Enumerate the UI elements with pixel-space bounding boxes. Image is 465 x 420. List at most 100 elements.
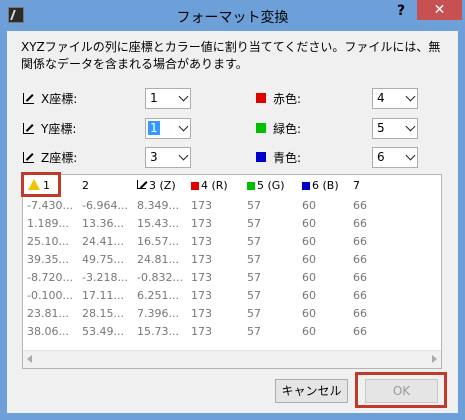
table-cell: 173 xyxy=(191,271,212,284)
table-cell: 60 xyxy=(302,199,316,212)
blue-swatch-icon xyxy=(256,152,266,162)
table-cell: 24.41... xyxy=(82,235,124,248)
ok-button-highlight xyxy=(355,372,447,408)
table-row: 39.35... 49.75... 24.81... 173 57 60 66 xyxy=(23,253,441,269)
table-cell: -6.964... xyxy=(82,199,128,212)
red-swatch-icon xyxy=(191,182,199,190)
table-row: 23.81... 28.15... 7.396... 173 57 60 66 xyxy=(23,307,441,323)
table-cell: 66 xyxy=(353,289,367,302)
table-cell: 15.43... xyxy=(137,217,179,230)
help-button[interactable]: ? xyxy=(388,1,414,21)
green-label: 緑色: xyxy=(273,122,302,136)
table-row: 25.10... 24.41... 16.57... 173 57 60 66 xyxy=(23,235,441,251)
close-button[interactable]: ✕ xyxy=(417,0,462,20)
table-cell: 173 xyxy=(191,217,212,230)
table-cell: 57 xyxy=(247,307,261,320)
column-header-6[interactable]: 6 (B) xyxy=(302,179,339,192)
table-cell: 23.81... xyxy=(27,307,69,320)
chevron-down-icon xyxy=(405,150,416,161)
description-text: XYZファイルの列に座標とカラー値に割り当ててください。ファイルには、無関係なデ… xyxy=(21,40,441,71)
blue-column-select[interactable]: 6 xyxy=(372,147,418,168)
table-cell: -7.430... xyxy=(27,199,73,212)
table-cell: 57 xyxy=(247,325,261,338)
table-cell: 57 xyxy=(247,253,261,266)
y-column-select[interactable]: 1 xyxy=(145,118,191,139)
table-row: 1.189... 13.36... 15.43... 173 57 60 66 xyxy=(23,217,441,233)
column-header-2[interactable]: 2 xyxy=(82,179,89,192)
table-cell: 60 xyxy=(302,289,316,302)
table-cell: 66 xyxy=(353,307,367,320)
axis-icon xyxy=(23,123,34,134)
cancel-button[interactable]: キャンセル xyxy=(275,379,348,403)
table-cell: 66 xyxy=(353,253,367,266)
green-swatch-icon xyxy=(256,123,266,133)
x-label: X座標: xyxy=(41,92,78,106)
chevron-down-icon xyxy=(178,91,189,102)
horizontal-scrollbar[interactable] xyxy=(23,350,441,368)
table-cell: 173 xyxy=(191,253,212,266)
blue-swatch-icon xyxy=(302,182,310,190)
scroll-right-icon[interactable] xyxy=(432,355,437,363)
axis-icon xyxy=(23,93,34,104)
table-cell: 38.06... xyxy=(27,325,69,338)
table-cell: 173 xyxy=(191,325,212,338)
chevron-down-icon xyxy=(405,91,416,102)
table-cell: 60 xyxy=(302,271,316,284)
dialog-content: XYZファイルの列に座標とカラー値に割り当ててください。ファイルには、無関係なデ… xyxy=(7,31,458,413)
table-cell: 173 xyxy=(191,307,212,320)
table-cell: 60 xyxy=(302,325,316,338)
column-header-7[interactable]: 7 xyxy=(353,179,360,192)
table-cell: 39.35... xyxy=(27,253,69,266)
table-cell: 6.251... xyxy=(137,289,179,302)
table-cell: 13.36... xyxy=(82,217,124,230)
column-header-5[interactable]: 5 (G) xyxy=(247,179,285,192)
table-cell: 60 xyxy=(302,235,316,248)
z-column-select[interactable]: 3 xyxy=(145,147,191,168)
table-cell: -8.720... xyxy=(27,271,73,284)
table-cell: 60 xyxy=(302,307,316,320)
table-cell: -0.832... xyxy=(137,271,183,284)
axis-icon xyxy=(137,180,146,189)
table-cell: 15.73... xyxy=(137,325,179,338)
table-cell: 1.189... xyxy=(27,217,69,230)
green-swatch-icon xyxy=(247,182,255,190)
table-cell: 8.349... xyxy=(137,199,179,212)
table-cell: 28.15... xyxy=(82,307,124,320)
table-cell: 24.81... xyxy=(137,253,179,266)
chevron-down-icon xyxy=(405,121,416,132)
red-label: 赤色: xyxy=(273,92,302,106)
table-cell: 66 xyxy=(353,325,367,338)
table-cell: 57 xyxy=(247,199,261,212)
axis-icon xyxy=(23,152,34,163)
table-cell: 60 xyxy=(302,217,316,230)
table-cell: 173 xyxy=(191,235,212,248)
green-column-select[interactable]: 5 xyxy=(372,118,418,139)
table-cell: 173 xyxy=(191,199,212,212)
table-cell: 66 xyxy=(353,217,367,230)
table-cell: 57 xyxy=(247,217,261,230)
scroll-left-icon[interactable] xyxy=(27,355,32,363)
chevron-down-icon xyxy=(178,121,189,132)
x-column-select[interactable]: 1 xyxy=(145,88,191,109)
dialog-window: フォーマット変換 ? ✕ XYZファイルの列に座標とカラー値に割り当ててください… xyxy=(0,0,465,420)
table-row: 38.06... 53.49... 15.73... 173 57 60 66 xyxy=(23,325,441,341)
table-cell: 57 xyxy=(247,235,261,248)
table-cell: 60 xyxy=(302,253,316,266)
table-cell: 25.10... xyxy=(27,235,69,248)
table-row: -7.430... -6.964... 8.349... 173 57 60 66 xyxy=(23,199,441,215)
chevron-down-icon xyxy=(178,150,189,161)
red-column-select[interactable]: 4 xyxy=(372,88,418,109)
table-cell: 66 xyxy=(353,199,367,212)
red-swatch-icon xyxy=(256,93,266,103)
column-1-highlight xyxy=(21,172,61,197)
data-preview-table[interactable]: 1 2 3 (Z) 4 (R) 5 (G) 6 (B) 7 -7.430... -… xyxy=(22,174,442,369)
table-cell: 66 xyxy=(353,271,367,284)
title-bar: フォーマット変換 ? ✕ xyxy=(0,0,465,31)
table-cell: 57 xyxy=(247,289,261,302)
column-header-4[interactable]: 4 (R) xyxy=(191,179,228,192)
table-row: -8.720... -3.218... -0.832... 173 57 60 66 xyxy=(23,271,441,287)
y-label: Y座標: xyxy=(41,122,77,136)
column-header-3[interactable]: 3 (Z) xyxy=(137,179,176,192)
table-cell: 16.57... xyxy=(137,235,179,248)
z-label: Z座標: xyxy=(41,151,78,165)
